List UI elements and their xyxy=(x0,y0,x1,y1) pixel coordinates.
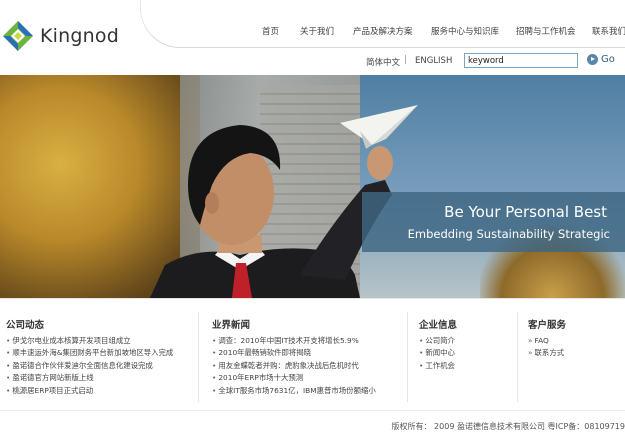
customer-service-section: 客户服务 FAQ 联系方式 xyxy=(528,317,566,360)
industry-news-title: 业界新闻 xyxy=(212,320,251,331)
nav-item-careers[interactable]: 招聘与工作机会 xyxy=(516,25,576,37)
nav-item-about[interactable]: 关于我们 xyxy=(300,25,334,37)
banner-person-illustration xyxy=(150,105,418,298)
column-divider xyxy=(407,312,408,402)
main-nav: 首页 关于我们 产品及解决方案 服务中心与知识库 招聘与工作机会 联系我们 xyxy=(0,25,625,39)
company-news-title: 公司动态 xyxy=(6,320,45,331)
banner-subline: Embedding Sustainability Strategic xyxy=(407,227,610,241)
list-item[interactable]: 用友金蝶乾者并购：虎豹象决战后危机时代 xyxy=(212,360,376,372)
list-item[interactable]: 公司简介 xyxy=(419,335,457,347)
list-item[interactable]: FAQ xyxy=(528,335,566,347)
nav-item-products[interactable]: 产品及解决方案 xyxy=(353,25,413,37)
news-columns: 公司动态 伊戈尔电业成本核算开发项目组成立 顺丰速运外海&集团财务平台新加坡地区… xyxy=(0,298,625,406)
company-info-section: 企业信息 公司简介 新闻中心 工作机会 xyxy=(419,317,457,372)
list-item[interactable]: 联系方式 xyxy=(528,347,566,359)
search-input[interactable] xyxy=(464,53,578,68)
hero-banner: Be Your Personal Best Embedding Sustaina… xyxy=(0,75,625,298)
customer-service-title: 客户服务 xyxy=(528,320,567,331)
utility-bar: 简体中文 | ENGLISH Go xyxy=(0,52,625,72)
list-item[interactable]: 工作机会 xyxy=(419,360,457,372)
banner-headline: Be Your Personal Best xyxy=(444,203,607,221)
nav-item-services[interactable]: 服务中心与知识库 xyxy=(431,25,499,37)
lang-separator: | xyxy=(404,55,408,65)
list-item[interactable]: 顺丰速运外海&集团财务平台新加坡地区导入完成 xyxy=(6,347,173,359)
site-footer: 版权所有： 2009 盈诺德信息技术有限公司 粤ICP备：08109719 xyxy=(0,410,625,446)
nav-item-contact[interactable]: 联系我们 xyxy=(592,25,625,37)
header-divider xyxy=(140,0,625,48)
list-item[interactable]: 伊戈尔电业成本核算开发项目组成立 xyxy=(6,335,173,347)
nav-item-home[interactable]: 首页 xyxy=(262,25,279,37)
column-divider xyxy=(198,312,199,402)
list-item[interactable]: 全球IT服务市场7631亿，IBM惠普市场份额缩小 xyxy=(212,385,375,397)
lang-chinese-link[interactable]: 简体中文 xyxy=(366,56,400,68)
list-item[interactable]: 调查：2010年中国IT技术开支将增长5.9% xyxy=(212,335,376,347)
search-go-button[interactable]: Go xyxy=(587,54,615,65)
arrow-right-icon xyxy=(587,54,598,65)
list-item[interactable]: 桃源居ERP项目正式启动 xyxy=(6,385,173,397)
banner-tagline-box: Be Your Personal Best Embedding Sustaina… xyxy=(362,192,625,252)
list-item[interactable]: 新闻中心 xyxy=(419,347,457,359)
company-info-title: 企业信息 xyxy=(419,320,458,331)
list-item[interactable]: 盈诺德官方网站新版上线 xyxy=(6,372,173,384)
industry-news-section: 业界新闻 调查：2010年中国IT技术开支将增长5.9% 2010年最畅销软件即… xyxy=(212,317,376,397)
lang-english-link[interactable]: ENGLISH xyxy=(415,56,452,66)
company-news-section: 公司动态 伊戈尔电业成本核算开发项目组成立 顺丰速运外海&集团财务平台新加坡地区… xyxy=(6,317,173,397)
list-item[interactable]: 2010年最畅销软件即将揭晓 xyxy=(212,347,376,359)
copyright-text: 版权所有： 2009 盈诺德信息技术有限公司 粤ICP备：08109719 xyxy=(391,422,625,431)
column-divider xyxy=(517,312,518,402)
go-label: Go xyxy=(601,54,615,65)
site-header: Kingnod 首页 关于我们 产品及解决方案 服务中心与知识库 招聘与工作机会… xyxy=(0,0,625,75)
list-item[interactable]: 2010年ERP市场十大预测 xyxy=(212,372,376,384)
list-item[interactable]: 盈诺德合作伙伴爱迪尔全面信息化建设完成 xyxy=(6,360,173,372)
